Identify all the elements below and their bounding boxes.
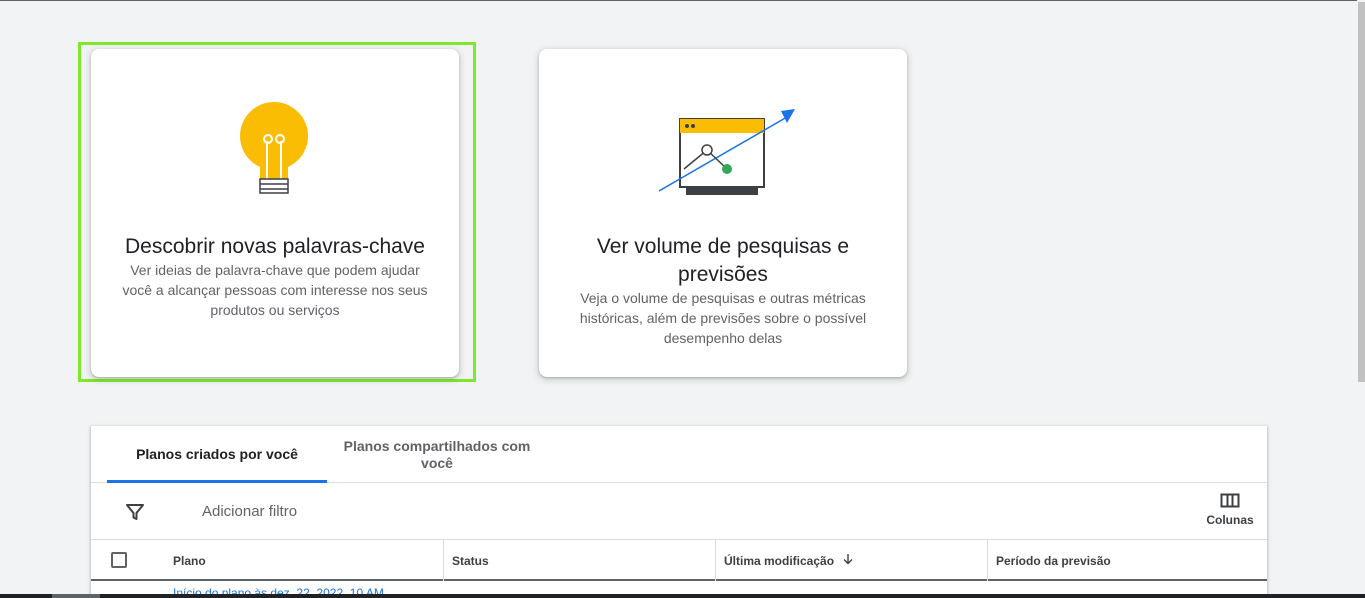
add-filter-button[interactable]: Adicionar filtro	[202, 503, 297, 520]
chart-trend-icon	[658, 109, 799, 199]
table-header: Plano Status Última modificação Período …	[91, 540, 1267, 581]
top-divider	[0, 0, 1365, 1]
column-header-label: Status	[452, 553, 489, 568]
lightbulb-icon	[239, 101, 309, 197]
scrollbar-track[interactable]	[1357, 0, 1365, 598]
columns-label: Colunas	[1206, 513, 1254, 527]
tab-my-plans[interactable]: Planos criados por você	[107, 426, 327, 483]
filter-toolbar: Adicionar filtro Colunas	[91, 483, 1267, 540]
card-description: Ver ideias de palavra-chave que podem aj…	[122, 262, 428, 318]
column-header-plano[interactable]: Plano	[165, 540, 443, 581]
bottom-scrollbar-thumb[interactable]	[52, 594, 100, 598]
columns-icon	[1203, 493, 1257, 509]
card-description: Veja o volume de pesquisas e outras métr…	[579, 290, 867, 346]
column-header-status[interactable]: Status	[443, 540, 715, 581]
search-volume-card[interactable]: Ver volume de pesquisas e previsões Veja…	[539, 49, 907, 377]
column-header-ultima-modificacao[interactable]: Última modificação	[715, 540, 987, 581]
column-header-label: Período da previsão	[996, 553, 1111, 568]
column-header-periodo[interactable]: Período da previsão	[987, 540, 1267, 581]
column-header-label: Última modificação	[724, 553, 835, 568]
scrollbar-thumb[interactable]	[1358, 2, 1365, 382]
bottom-scrollbar-track[interactable]	[0, 594, 1365, 598]
card-title: Ver volume de pesquisas e previsões	[596, 235, 850, 286]
plans-tabs: Planos criados por você Planos compartil…	[91, 426, 1267, 483]
filter-icon[interactable]	[125, 502, 145, 522]
select-all-checkbox[interactable]	[111, 552, 127, 568]
discover-keywords-card[interactable]: Descobrir novas palavras-chave Ver ideia…	[91, 49, 459, 377]
sort-down-icon	[842, 553, 854, 568]
card-title: Descobrir novas palavras-chave	[125, 235, 425, 258]
column-header-label: Plano	[173, 553, 206, 568]
plans-panel: Planos criados por você Planos compartil…	[91, 426, 1267, 598]
tab-shared-plans[interactable]: Planos compartilhados com você	[327, 426, 547, 483]
columns-button[interactable]: Colunas	[1203, 493, 1257, 533]
